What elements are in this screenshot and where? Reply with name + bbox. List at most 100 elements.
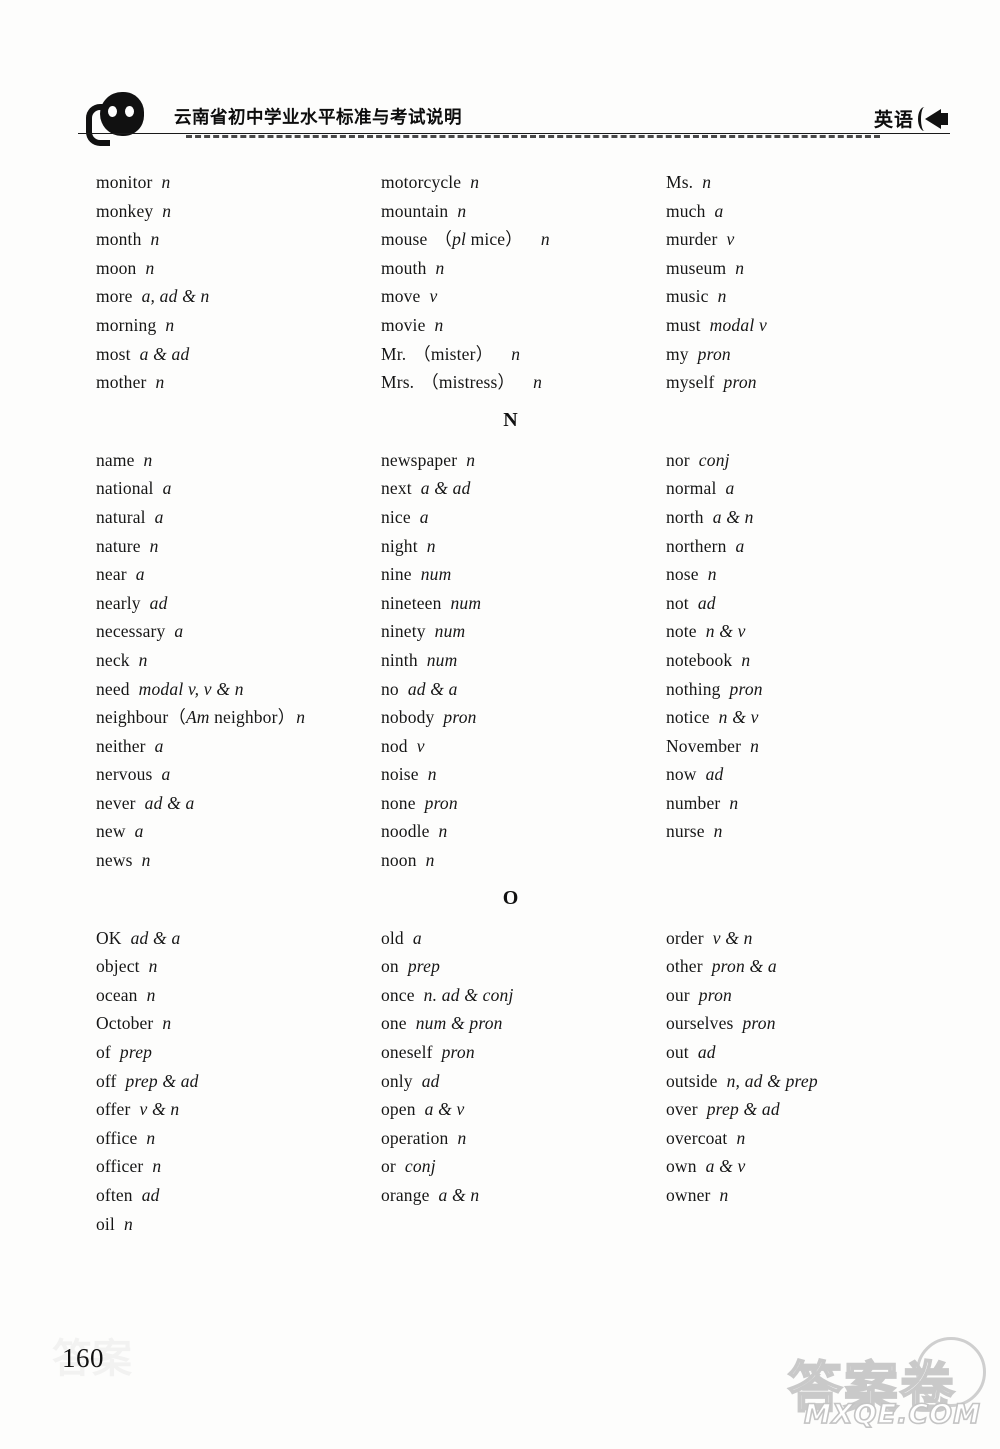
entry-word: music xyxy=(666,286,709,307)
entry-part-of-speech: ad & a xyxy=(130,927,181,948)
dictionary-entry: November n xyxy=(666,732,926,761)
entry-word: object xyxy=(96,956,140,977)
dictionary-entry: moon n xyxy=(96,254,381,283)
entry-word: mountain xyxy=(381,200,449,221)
entry-part-of-speech: n xyxy=(729,792,739,813)
dictionary-entry: no ad & a xyxy=(381,675,666,704)
entry-part-of-speech: ad xyxy=(697,1042,716,1063)
entry-word: myself xyxy=(666,372,715,393)
entry-part-of-speech: prep & ad xyxy=(706,1099,780,1120)
entry-paren-italic: Am xyxy=(185,707,210,728)
dictionary-entry: neck n xyxy=(96,646,381,675)
entry-parenthetical: （mister） xyxy=(413,343,494,364)
entry-part-of-speech: v & n xyxy=(712,927,753,948)
dictionary-entry: note n & v xyxy=(666,617,926,646)
dictionary-entry: mouth n xyxy=(381,254,666,283)
dictionary-entry: noon n xyxy=(381,846,666,875)
entry-word: no xyxy=(381,678,399,699)
entry-word: much xyxy=(666,200,706,221)
head-silhouette-icon xyxy=(78,90,174,146)
wordlist-column: nor conj normal a north a & n northern a nose n no… xyxy=(666,446,926,846)
entry-word: noodle xyxy=(381,821,430,842)
entry-paren-text: mice xyxy=(470,229,506,250)
entry-word: nor xyxy=(666,449,690,470)
entry-word: neighbour xyxy=(96,707,169,728)
dictionary-entry: often ad xyxy=(96,1181,381,1210)
dictionary-entry: own a & v xyxy=(666,1152,926,1181)
entry-word: open xyxy=(381,1099,416,1120)
dictionary-entry: news n xyxy=(96,846,381,875)
dictionary-entry: orange a & n xyxy=(381,1181,666,1210)
entry-part-of-speech: n xyxy=(434,314,444,335)
wordlist-column: monitor n monkey n month n moon n more a, ad & nm… xyxy=(96,168,381,397)
entry-word: now xyxy=(666,764,697,785)
entry-part-of-speech: n, ad & prep xyxy=(726,1070,818,1091)
entry-word: motorcycle xyxy=(381,172,462,192)
dictionary-entry: nature n xyxy=(96,532,381,561)
dictionary-entry: Mrs. （mistress） n xyxy=(381,368,666,397)
dictionary-entry: object n xyxy=(96,952,381,981)
dictionary-entry: neighbour（Am neighbor）n xyxy=(96,703,381,732)
dictionary-entry: nine num xyxy=(381,560,666,589)
entry-word: our xyxy=(666,984,690,1005)
entry-part-of-speech: a xyxy=(154,735,164,756)
dictionary-entry: ninth num xyxy=(381,646,666,675)
watermark-chinese: 答案卷 xyxy=(787,1355,956,1420)
dictionary-entry: mouse （pl mice） n xyxy=(381,225,666,254)
wordlist-column: motorcycle n mountain n mouse （pl mice） n mouth… xyxy=(381,168,666,397)
entry-word: neither xyxy=(96,735,146,756)
entry-part-of-speech: a xyxy=(412,927,422,948)
entry-part-of-speech: prep xyxy=(407,956,441,977)
entry-part-of-speech: n xyxy=(717,286,727,307)
dictionary-entry: monkey n xyxy=(96,197,381,226)
entry-word: move xyxy=(381,286,421,307)
dictionary-entry: once n. ad & conj xyxy=(381,981,666,1010)
dictionary-entry: overcoat n xyxy=(666,1124,926,1153)
subject-label: 英语 xyxy=(873,109,914,131)
dictionary-entry: neither a xyxy=(96,732,381,761)
subject-badge: 英语 xyxy=(874,105,950,132)
dictionary-entry: nineteen num xyxy=(381,589,666,618)
entry-word: never xyxy=(96,792,136,813)
entry-word: nose xyxy=(666,564,699,585)
entry-word: notice xyxy=(666,707,710,728)
dictionary-entry: none pron xyxy=(381,789,666,818)
entry-word: note xyxy=(666,621,697,642)
entry-part-of-speech: v xyxy=(429,286,438,307)
dictionary-entry: our pron xyxy=(666,981,926,1010)
entry-part-of-speech: a xyxy=(154,506,164,527)
dictionary-entry: north a & n xyxy=(666,503,926,532)
entry-part-of-speech: v xyxy=(416,735,425,756)
entry-part-of-speech: a xyxy=(725,478,735,499)
entry-part-of-speech: ad xyxy=(421,1070,440,1091)
dictionary-entry: nor conj xyxy=(666,446,926,475)
site-watermark: 答案卷 MXQE.COM xyxy=(782,1285,992,1435)
dictionary-entry: nice a xyxy=(381,503,666,532)
dictionary-entry: not ad xyxy=(666,589,926,618)
entry-word: newspaper xyxy=(381,449,458,470)
entry-part-of-speech: ad xyxy=(141,1185,160,1205)
wordlist-column: order v & n other pron & a our pron ourselves p… xyxy=(666,924,926,1210)
entry-part-of-speech: n xyxy=(702,172,712,192)
dictionary-entry: one num & pron xyxy=(381,1009,666,1038)
entry-word: officer xyxy=(96,1156,144,1177)
entry-part-of-speech: a & n xyxy=(712,506,754,527)
entry-word: other xyxy=(666,956,703,977)
dictionary-entry: offer v & n xyxy=(96,1095,381,1124)
dictionary-entry: old a xyxy=(381,924,666,953)
entry-word: ocean xyxy=(96,984,138,1005)
entry-word: most xyxy=(96,343,131,364)
dictionary-entry: Mr. （mister） n xyxy=(381,340,666,369)
dictionary-entry: of prep xyxy=(96,1038,381,1067)
dictionary-entry: need modal v, v & n xyxy=(96,675,381,704)
dictionary-entry: necessary a xyxy=(96,617,381,646)
dictionary-entry: only ad xyxy=(381,1067,666,1096)
dictionary-entry: monitor n xyxy=(96,168,381,197)
entry-word: out xyxy=(666,1042,689,1063)
entry-word: next xyxy=(381,478,412,499)
entry-word: October xyxy=(96,1013,154,1034)
entry-word: order xyxy=(666,927,704,948)
entry-word: owner xyxy=(666,1185,711,1205)
entry-word: monkey xyxy=(96,200,154,221)
entry-word: nearly xyxy=(96,592,141,613)
